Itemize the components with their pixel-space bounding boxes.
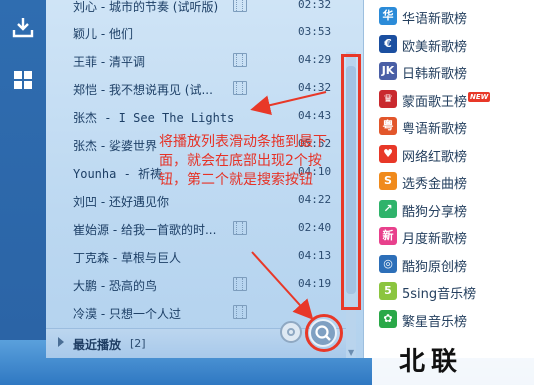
- chart-item[interactable]: ◎ 酷狗原创榜: [364, 251, 534, 277]
- chart-label: 选秀金曲榜: [402, 177, 468, 192]
- song-title: 崔始源 - 给我一首歌的时...: [73, 223, 217, 237]
- chart-label: 酷狗分享榜: [402, 204, 468, 220]
- song-title: 郑恺 - 我不想说再见 (试...: [73, 83, 213, 97]
- chart-item[interactable]: 粤粤语新歌榜: [364, 113, 534, 139]
- chart-label: 酷狗原创榜: [402, 259, 468, 275]
- download-icon[interactable]: [11, 15, 35, 39]
- expand-arrow-icon[interactable]: [58, 337, 64, 347]
- song-row[interactable]: 刘心 - 城市的节奏 (试听版) 02:32: [46, 0, 346, 19]
- chart-item[interactable]: ✿ 繁星音乐榜: [364, 306, 534, 332]
- cantonese-chart-icon: 粤: [379, 117, 397, 135]
- original-chart-icon: ◎: [379, 254, 397, 273]
- song-title: 刘心 - 城市的节奏 (试听版): [73, 0, 219, 14]
- chart-label: 粤语新歌榜: [402, 122, 468, 137]
- chart-item[interactable]: ♥ 网络红歌榜: [364, 141, 534, 167]
- chart-label: 月度新歌榜: [402, 232, 468, 247]
- song-duration: 04:13: [298, 249, 332, 262]
- mv-icon[interactable]: [233, 305, 247, 319]
- mv-icon[interactable]: [233, 53, 247, 67]
- song-row[interactable]: 颖儿 - 他们 03:53: [46, 22, 346, 46]
- song-title: 颖儿 - 他们: [73, 27, 133, 41]
- new-badge: NEW: [468, 91, 491, 102]
- song-title: 大鹏 - 恐高的鸟: [73, 279, 157, 293]
- chart-item[interactable]: 华华语新歌榜: [364, 3, 534, 29]
- chart-label: 繁星音乐榜: [402, 314, 468, 330]
- chart-item[interactable]: JK 日韩新歌榜: [364, 58, 534, 84]
- song-title: Younha - 祈祷: [73, 167, 163, 181]
- chart-label: 网络红歌榜: [402, 149, 468, 165]
- song-row[interactable]: 大鹏 - 恐高的鸟 04:19: [46, 274, 346, 298]
- share-chart-icon: ↗: [379, 199, 397, 218]
- chart-item[interactable]: € 欧美新歌榜: [364, 31, 534, 57]
- chart-label: 欧美新歌榜: [402, 39, 468, 55]
- fanxing-chart-icon: ✿: [379, 309, 397, 328]
- chart-item[interactable]: 5 5sing音乐榜: [364, 278, 534, 304]
- mv-icon[interactable]: [233, 277, 247, 291]
- internet-hits-icon: ♥: [379, 144, 397, 163]
- watermark-text: 北联: [399, 347, 464, 377]
- chart-item[interactable]: 新月度新歌榜: [364, 223, 534, 249]
- song-row[interactable]: 刘凹 - 还好遇见你 04:22: [46, 190, 346, 214]
- monthly-chart-icon: 新: [379, 227, 397, 245]
- chart-item[interactable]: ♛ 蒙面歌王榜 NEW: [364, 86, 534, 112]
- song-row[interactable]: 冷漠 - 只想一个人过: [46, 302, 346, 326]
- 5sing-chart-icon: 5: [379, 282, 397, 300]
- watermark: 北联: [372, 337, 534, 385]
- song-duration: 04:22: [298, 193, 332, 206]
- song-row[interactable]: 王菲 - 清平调 04:29: [46, 50, 346, 74]
- song-duration: 04:43: [298, 109, 332, 122]
- song-duration: 02:32: [298, 0, 332, 11]
- song-title: 张杰 - I See The Lights: [73, 111, 233, 125]
- western-chart-icon: €: [379, 34, 397, 53]
- song-title: 丁克森 - 草根与巨人: [73, 251, 181, 265]
- song-duration: 04:32: [298, 81, 332, 94]
- song-duration: 02:40: [298, 221, 332, 234]
- recent-play-label[interactable]: 最近播放: [73, 336, 121, 353]
- masked-singer-icon: ♛: [379, 89, 397, 108]
- mv-icon[interactable]: [233, 0, 247, 12]
- song-title: 张杰 - 娑婆世界: [73, 139, 157, 153]
- mv-icon[interactable]: [233, 221, 247, 235]
- recent-play-count: [2]: [130, 337, 146, 350]
- locate-current-button[interactable]: [280, 321, 302, 343]
- song-duration: 04:29: [298, 53, 332, 66]
- scroll-down-arrow-icon[interactable]: ▼: [348, 348, 354, 357]
- chart-label: 5sing音乐榜: [402, 287, 477, 302]
- chart-item[interactable]: ↗ 酷狗分享榜: [364, 196, 534, 222]
- song-row[interactable]: 崔始源 - 给我一首歌的时... 02:40: [46, 218, 346, 242]
- charts-panel: 华华语新歌榜 € 欧美新歌榜 JK 日韩新歌榜 ♛ 蒙面歌王榜 NEW 粤粤语新歌榜 ♥ 网络红歌榜…: [364, 0, 534, 358]
- annotation-search-highlight: [305, 314, 343, 352]
- chart-label: 华语新歌榜: [402, 12, 468, 27]
- jk-chart-icon: JK: [379, 62, 397, 80]
- song-duration: 03:53: [298, 25, 332, 38]
- annotation-text: 将播放列表滑动条拖到最下面，就会在底部出现2个按钮，第二个就是搜索按钮: [159, 134, 327, 188]
- talent-show-icon: S: [379, 172, 397, 190]
- song-title: 刘凹 - 还好遇见你: [73, 195, 169, 209]
- grid-icon[interactable]: [11, 68, 35, 92]
- song-row[interactable]: 郑恺 - 我不想说再见 (试... 04:32: [46, 78, 346, 102]
- sidebar: [0, 0, 46, 340]
- song-row[interactable]: 丁克森 - 草根与巨人 04:13: [46, 246, 346, 270]
- song-duration: 04:19: [298, 277, 332, 290]
- chart-label: 日韩新歌榜: [402, 67, 468, 82]
- mv-icon[interactable]: [233, 81, 247, 95]
- chart-item[interactable]: S 选秀金曲榜: [364, 168, 534, 194]
- song-title: 王菲 - 清平调: [73, 55, 145, 69]
- song-row[interactable]: 张杰 - I See The Lights 04:43: [46, 106, 346, 130]
- song-title: 冷漠 - 只想一个人过: [73, 307, 181, 321]
- chinese-chart-icon: 华: [379, 7, 397, 25]
- chart-label: 蒙面歌王榜: [402, 94, 468, 110]
